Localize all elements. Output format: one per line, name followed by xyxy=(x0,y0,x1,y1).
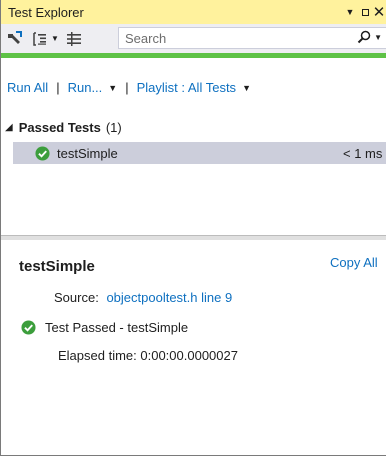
group-by-button[interactable]: ▼ xyxy=(32,28,59,50)
chevron-down-icon: ▼ xyxy=(51,34,59,43)
toolbar: ▼ ▼ xyxy=(1,24,386,53)
group-by-icon xyxy=(33,31,46,46)
playlist-chevron-down-icon[interactable]: ▼ xyxy=(242,83,251,93)
separator: | xyxy=(56,80,60,95)
window-position-dropdown-icon[interactable]: ▼ xyxy=(342,3,358,21)
test-duration: < 1 ms xyxy=(343,145,383,161)
search-icon xyxy=(357,30,371,44)
test-explorer-window: Test Explorer ▼ ✕ ▼ Search ▼ Run All | R… xyxy=(0,0,386,456)
result-text: Test Passed - testSimple xyxy=(45,320,189,335)
maximize-icon[interactable] xyxy=(358,3,372,21)
source-line: Source: objectpooltest.h line 9 xyxy=(54,290,232,305)
group-name: Passed Tests xyxy=(18,120,101,135)
copy-all-link[interactable]: Copy All xyxy=(330,255,378,270)
test-progress-bar xyxy=(1,53,386,58)
detail-test-title: testSimple xyxy=(19,258,95,275)
search-box: ▼ xyxy=(118,27,386,49)
expanded-triangle-icon[interactable]: ◢ xyxy=(5,122,13,133)
test-group-passed[interactable]: ◢ Passed Tests (1) xyxy=(5,120,122,135)
show-test-hierarchy-button[interactable] xyxy=(66,28,82,50)
pane-splitter[interactable] xyxy=(1,235,386,240)
test-passed-icon xyxy=(35,145,50,161)
result-line: Test Passed - testSimple xyxy=(21,320,188,335)
test-item-testsimple[interactable]: testSimple < 1 ms xyxy=(13,142,386,164)
source-label: Source: xyxy=(54,290,99,305)
source-file-link[interactable]: objectpooltest.h line 9 xyxy=(106,290,232,305)
hierarchy-icon xyxy=(66,31,81,46)
test-name: testSimple xyxy=(57,145,118,161)
run-tests-after-build-button[interactable] xyxy=(7,28,23,50)
search-button[interactable]: ▼ xyxy=(357,30,382,44)
run-all-link[interactable]: Run All xyxy=(7,80,48,95)
separator: | xyxy=(125,80,129,95)
elapsed-time: Elapsed time: 0:00:00.0000027 xyxy=(58,348,238,363)
search-input[interactable] xyxy=(119,29,347,47)
title-bar: Test Explorer ▼ ✕ xyxy=(1,0,386,24)
command-bar: Run All | Run... ▼ | Playlist : All Test… xyxy=(7,80,251,95)
window-title: Test Explorer xyxy=(8,4,84,20)
close-icon[interactable]: ✕ xyxy=(372,3,386,21)
run-after-build-icon xyxy=(8,30,22,44)
playlist-link[interactable]: Playlist : All Tests xyxy=(137,80,236,95)
test-passed-icon xyxy=(21,320,36,335)
search-options-chevron-icon[interactable]: ▼ xyxy=(374,33,382,42)
run-menu-link[interactable]: Run... xyxy=(68,80,103,95)
group-count: (1) xyxy=(105,120,122,135)
run-chevron-down-icon[interactable]: ▼ xyxy=(108,83,117,93)
